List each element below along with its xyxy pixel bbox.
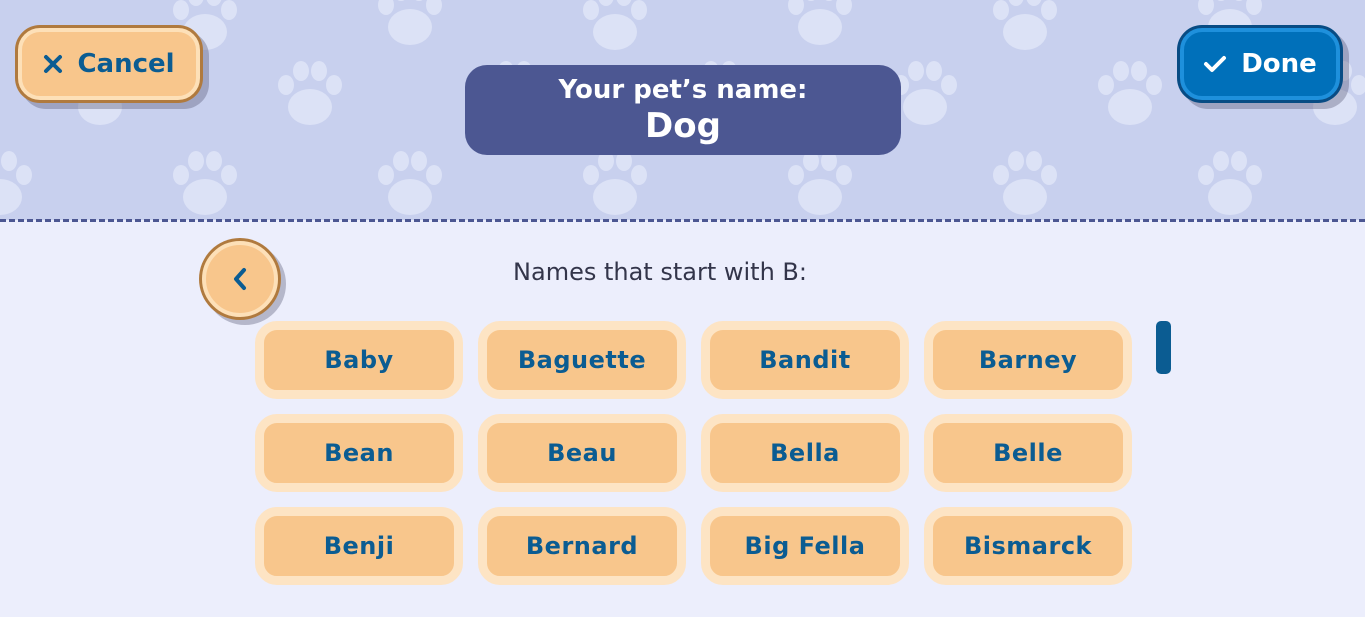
name-option-button[interactable]: Benji	[255, 507, 463, 585]
chevron-left-icon	[234, 268, 246, 290]
name-grid: Baby Baguette Bandit Barney Bean Beau Bella Bel…	[255, 321, 1132, 585]
name-option-button[interactable]: Big Fella	[701, 507, 909, 585]
check-icon	[1204, 56, 1227, 72]
dashed-divider	[0, 219, 1365, 222]
paw-print-icon	[1198, 151, 1262, 215]
paw-print-icon	[173, 151, 237, 215]
name-option-button[interactable]: Baby	[255, 321, 463, 399]
name-option-button[interactable]: Beau	[478, 414, 686, 492]
scrollbar-thumb[interactable]	[1156, 321, 1171, 374]
done-label: Done	[1241, 49, 1317, 79]
name-option-button[interactable]: Bella	[701, 414, 909, 492]
name-option-button[interactable]: Bean	[255, 414, 463, 492]
paw-print-icon	[1098, 61, 1162, 125]
name-option-button[interactable]: Bernard	[478, 507, 686, 585]
pet-name-display: Your pet’s name: Dog	[465, 65, 901, 155]
paw-print-icon	[583, 0, 647, 50]
paw-print-icon	[893, 61, 957, 125]
done-button[interactable]: Done	[1180, 28, 1340, 100]
section-subtitle: Names that start with B:	[513, 258, 807, 286]
paw-print-icon	[0, 151, 32, 215]
pet-name-value: Dog	[645, 106, 721, 146]
paw-print-icon	[378, 0, 442, 45]
paw-print-icon	[788, 151, 852, 215]
name-option-button[interactable]: Bandit	[701, 321, 909, 399]
paw-print-icon	[993, 0, 1057, 50]
paw-print-icon	[788, 0, 852, 45]
close-icon	[44, 55, 63, 73]
back-button[interactable]	[202, 241, 278, 317]
name-option-button[interactable]: Belle	[924, 414, 1132, 492]
name-option-button[interactable]: Baguette	[478, 321, 686, 399]
cancel-button[interactable]: Cancel	[18, 28, 200, 100]
name-option-button[interactable]: Barney	[924, 321, 1132, 399]
name-option-button[interactable]: Bismarck	[924, 507, 1132, 585]
paw-print-icon	[993, 151, 1057, 215]
paw-print-icon	[378, 151, 442, 215]
paw-print-icon	[583, 151, 647, 215]
name-prompt: Your pet’s name:	[558, 75, 808, 105]
paw-print-icon	[278, 61, 342, 125]
cancel-label: Cancel	[77, 49, 175, 79]
